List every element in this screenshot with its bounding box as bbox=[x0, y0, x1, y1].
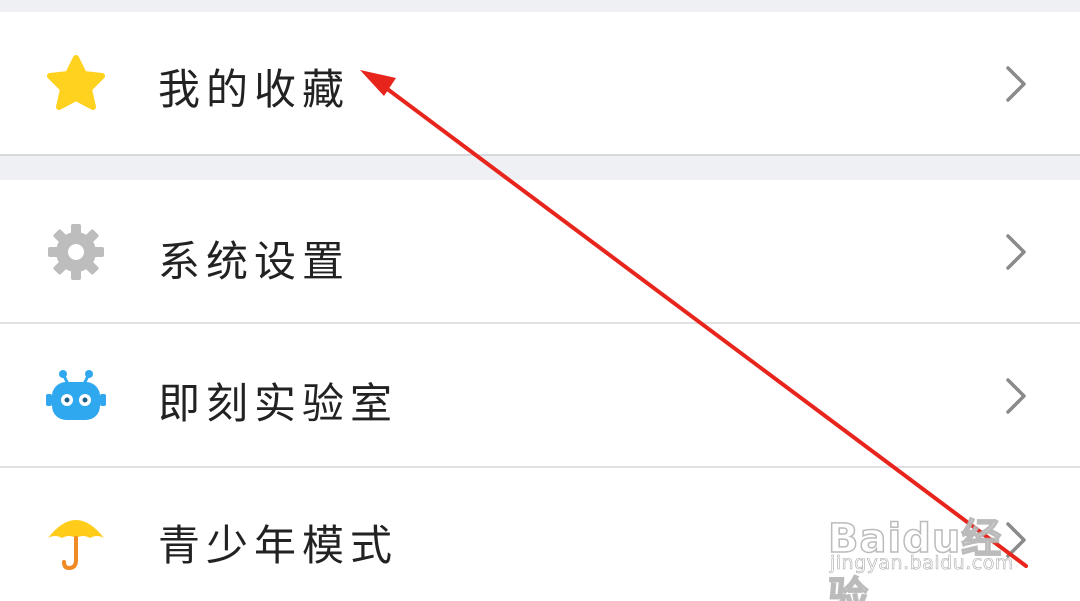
menu-item-label: 青少年模式 bbox=[158, 521, 399, 570]
star-icon bbox=[47, 55, 105, 110]
menu-item-teen-mode[interactable]: 青少年模式 bbox=[0, 468, 1080, 601]
menu-group-favorites: 我的收藏 bbox=[0, 12, 1080, 156]
chevron-right-icon bbox=[1006, 66, 1026, 102]
chevron-right-icon bbox=[1006, 378, 1026, 414]
menu-item-favorites[interactable]: 我的收藏 bbox=[0, 12, 1080, 155]
menu-item-lab[interactable]: 即刻实验室 bbox=[0, 324, 1080, 467]
menu-item-label: 系统设置 bbox=[158, 237, 351, 286]
menu-group-settings: 系统设置 即刻实验室 青少年模式 bbox=[0, 180, 1080, 601]
menu-item-label: 即刻实验室 bbox=[158, 379, 399, 428]
menu-item-label: 我的收藏 bbox=[158, 65, 351, 114]
gear-icon bbox=[48, 224, 104, 280]
settings-page: 我的收藏 系统设置 即刻实验室 青少年模式 Baidu经验 jingyan.ba… bbox=[0, 0, 1080, 601]
menu-item-system-settings[interactable]: 系统设置 bbox=[0, 180, 1080, 323]
chevron-right-icon bbox=[1006, 234, 1026, 270]
chevron-right-icon bbox=[1006, 522, 1026, 558]
umbrella-icon bbox=[48, 520, 104, 571]
robot-icon bbox=[46, 370, 106, 420]
